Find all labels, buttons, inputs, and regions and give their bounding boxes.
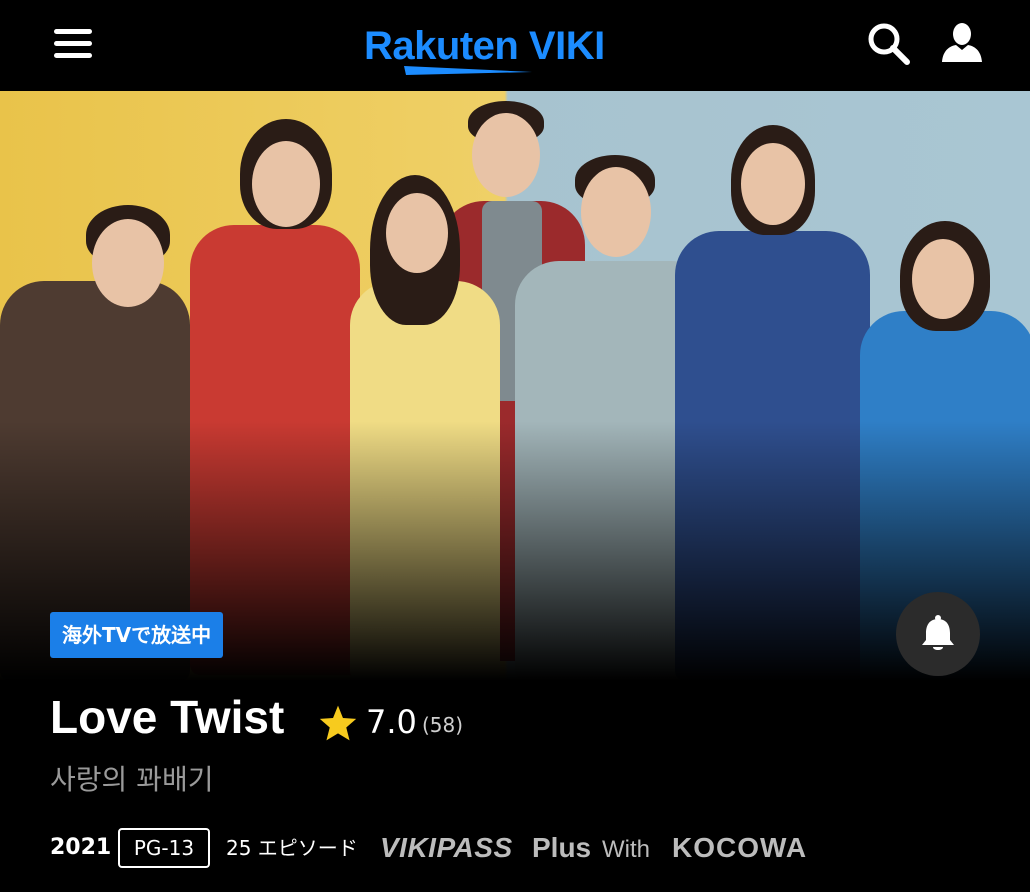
hamburger-menu-icon[interactable]: [54, 29, 94, 59]
star-icon: [319, 705, 357, 741]
with-label: With: [602, 836, 650, 863]
logo-swoosh-icon: [404, 66, 532, 75]
release-year: 2021: [50, 835, 112, 860]
rakuten-viki-logo[interactable]: Rakuten VIKI: [364, 18, 640, 76]
on-air-overseas-badge: 海外TVで放送中: [50, 612, 224, 658]
age-rating-badge: PG-13: [118, 828, 210, 868]
rating-count: (58): [422, 713, 464, 737]
kocowa-logo: KOCOWA: [672, 832, 808, 863]
user-account-icon[interactable]: [940, 20, 984, 64]
original-title: 사랑의 꽈배기: [50, 763, 214, 796]
top-navigation-bar: Rakuten VIKI: [0, 0, 1030, 91]
rating-value: 7.0: [366, 703, 417, 741]
vikipass-tier: Plus: [532, 832, 592, 863]
show-title: Love Twist: [50, 691, 285, 743]
hero-image: [0, 91, 1030, 681]
search-icon[interactable]: [866, 21, 912, 67]
bell-icon[interactable]: [896, 592, 980, 676]
show-metadata-row: 2021 PG-13 25 エピソード VIKIPASS Plus With K…: [50, 828, 950, 868]
vikipass-logo: VIKIPASS: [380, 832, 513, 863]
episode-count: 25 エピソード: [226, 836, 358, 860]
